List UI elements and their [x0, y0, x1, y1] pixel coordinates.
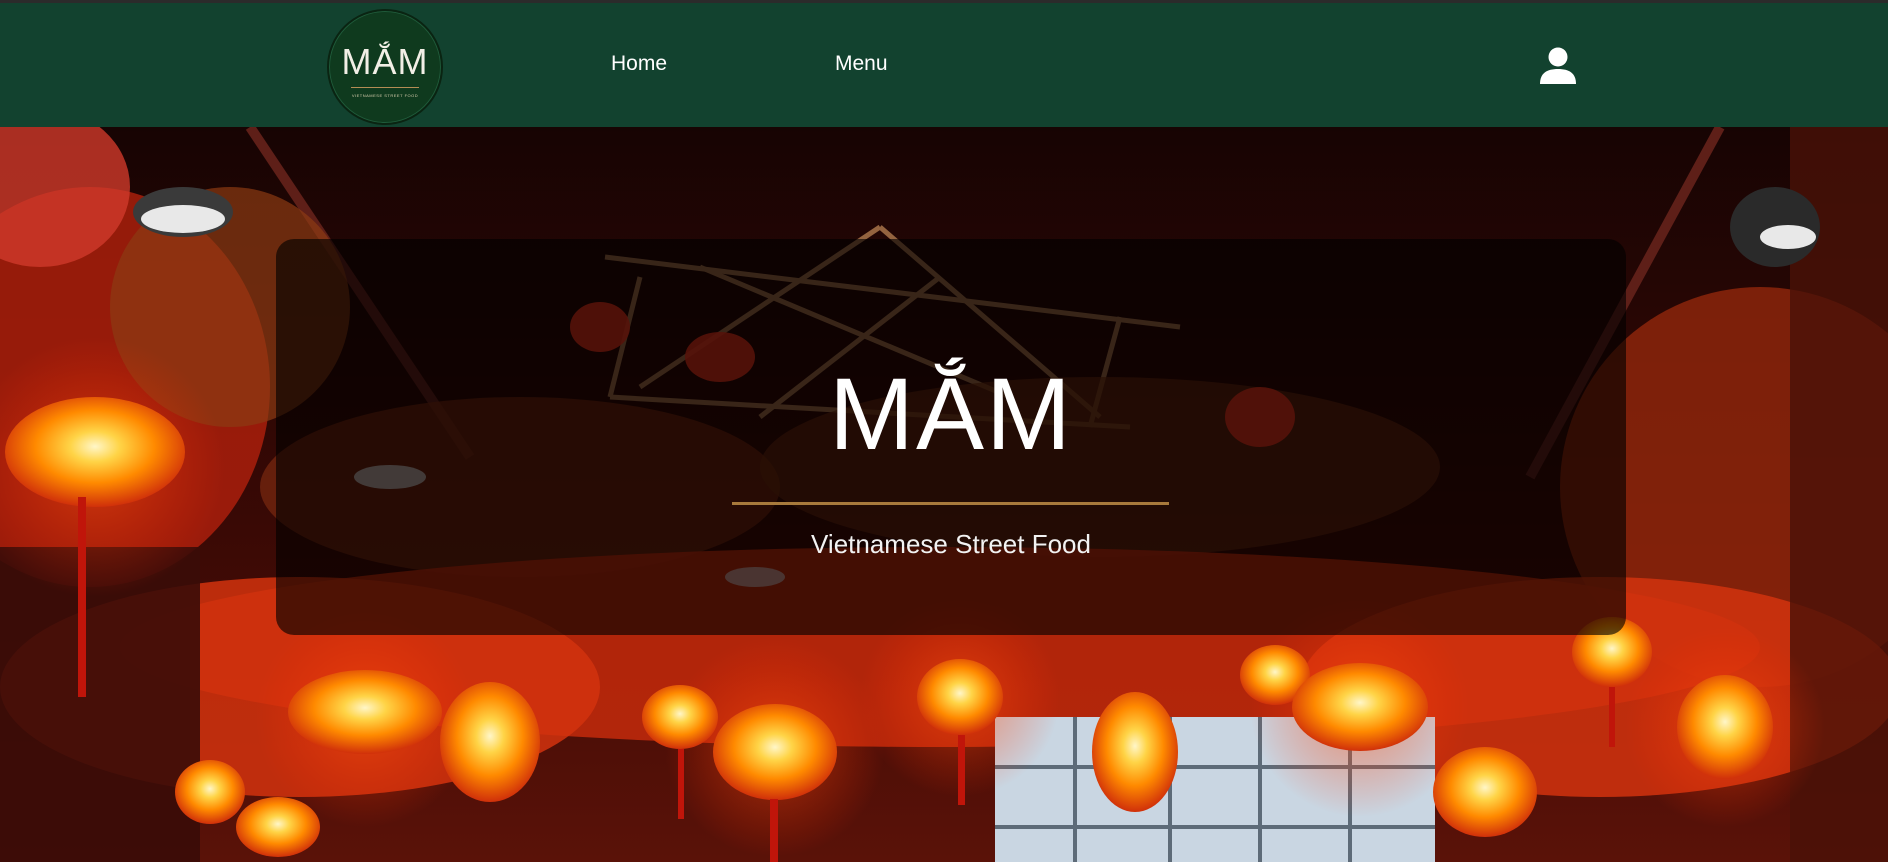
hero-card: MẮM Vietnamese Street Food: [276, 239, 1626, 635]
logo-text: MẮM: [341, 41, 429, 82]
hero-title: MẮM: [829, 357, 1073, 471]
nav-link-menu[interactable]: Menu: [835, 53, 888, 74]
logo-divider: [351, 87, 419, 88]
hero-section: MẮM Vietnamese Street Food: [0, 127, 1888, 862]
hero-divider: [732, 502, 1169, 505]
logo-subtext: VIETNAMESE STREET FOOD: [351, 93, 419, 98]
user-icon[interactable]: [1538, 47, 1578, 85]
nav-link-home[interactable]: Home: [611, 53, 667, 74]
hero-subtitle: Vietnamese Street Food: [811, 529, 1091, 559]
logo[interactable]: MẮM VIETNAMESE STREET FOOD: [327, 9, 443, 125]
navbar: MẮM VIETNAMESE STREET FOOD Home Menu: [0, 0, 1888, 127]
